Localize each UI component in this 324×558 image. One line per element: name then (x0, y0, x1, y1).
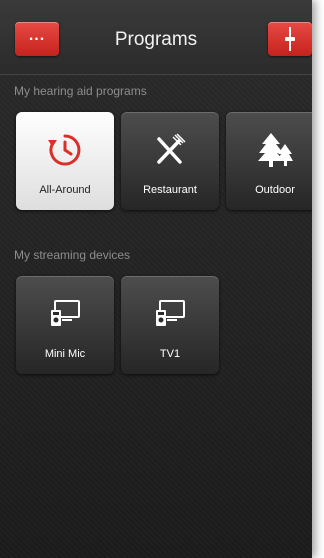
program-tile-outdoor[interactable]: Outdoor (226, 112, 312, 210)
ellipsis-icon: ... (28, 27, 46, 44)
section-label-streaming-devices: My streaming devices (14, 248, 131, 262)
menu-button[interactable]: ... (15, 22, 59, 56)
device-tile-mini-mic[interactable]: Mini Mic (16, 276, 114, 374)
adjust-button[interactable] (268, 22, 312, 56)
program-tile-restaurant[interactable]: Restaurant (121, 112, 219, 210)
streaming-device-icon (51, 300, 80, 326)
clock-refresh-icon (48, 134, 81, 166)
app-screen: ... Programs My hearing aid programs All… (0, 0, 312, 558)
page-title: Programs (114, 29, 198, 50)
section-label-hearing-programs: My hearing aid programs (14, 84, 147, 98)
program-label: Outdoor (255, 184, 295, 196)
fork-knife-icon (157, 133, 186, 164)
device-label: Mini Mic (44, 348, 86, 360)
device-tile-tv1[interactable]: TV1 (121, 276, 219, 374)
program-label: Restaurant (143, 184, 197, 196)
trees-icon (258, 133, 293, 167)
streaming-device-icon (156, 300, 185, 326)
device-label: TV1 (159, 348, 181, 360)
program-label: All-Around (39, 184, 91, 196)
header-bar: ... Programs (0, 0, 312, 75)
slider-icon (285, 27, 295, 51)
program-tile-all-around[interactable]: All-Around (16, 112, 114, 210)
